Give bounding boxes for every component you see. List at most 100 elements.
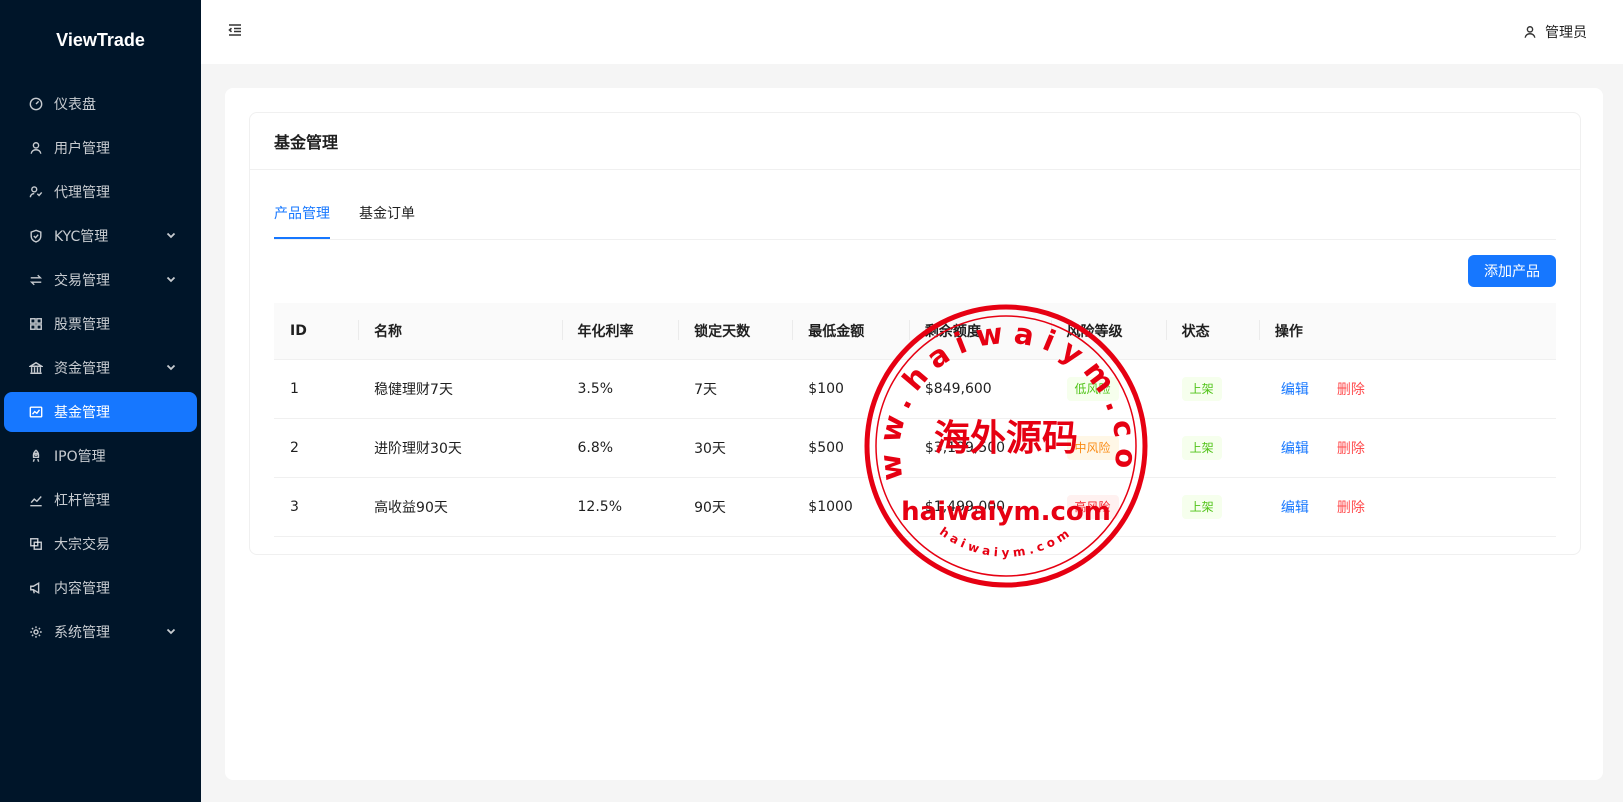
sidebar-item-label: 系统管理 bbox=[54, 625, 110, 641]
cell-status: 上架 bbox=[1165, 477, 1259, 537]
column-header: 风险等级 bbox=[1050, 303, 1166, 360]
column-header: ID bbox=[274, 303, 359, 360]
sidebar-item-label: 基金管理 bbox=[54, 405, 110, 421]
column-header: 状态 bbox=[1165, 303, 1259, 360]
column-header: 名称 bbox=[358, 303, 562, 360]
column-divider bbox=[678, 320, 680, 340]
cell-actions: 编辑 删除 bbox=[1258, 477, 1556, 537]
sidebar-item-8[interactable]: IPO管理 bbox=[4, 436, 197, 476]
chevron-down-icon[interactable] bbox=[165, 625, 179, 639]
sidebar-item-label: 资金管理 bbox=[54, 361, 110, 377]
sidebar-item-label: 代理管理 bbox=[54, 185, 110, 201]
cell-name: 进阶理财30天 bbox=[358, 418, 562, 478]
dashboard-icon bbox=[28, 96, 44, 112]
column-divider bbox=[1165, 320, 1167, 340]
tab-product-management[interactable]: 产品管理 bbox=[274, 201, 330, 239]
menu-fold-icon[interactable] bbox=[227, 22, 247, 42]
delete-button[interactable]: 删除 bbox=[1337, 500, 1365, 516]
edit-button[interactable]: 编辑 bbox=[1281, 382, 1309, 398]
column-divider bbox=[358, 320, 360, 340]
sidebar-item-label: 交易管理 bbox=[54, 273, 110, 289]
sidebar-menu: 仪表盘用户管理代理管理 KYC管理交易管理股票管理资金管理基金管理 IPO管理杠杆管… bbox=[0, 84, 201, 652]
column-divider bbox=[1050, 320, 1052, 340]
bank-icon bbox=[28, 360, 44, 376]
sidebar-item-label: 用户管理 bbox=[54, 141, 110, 157]
column-divider bbox=[792, 320, 794, 340]
sidebar-item-4[interactable]: 交易管理 bbox=[4, 260, 197, 300]
cell-actions: 编辑 删除 bbox=[1258, 359, 1556, 419]
cell-remaining: $3,199,500 bbox=[908, 418, 1051, 478]
risk-badge: 高风险 bbox=[1066, 495, 1119, 519]
cell-name: 高收益90天 bbox=[358, 477, 562, 537]
column-divider bbox=[908, 320, 910, 340]
risk-badge: 中风险 bbox=[1066, 436, 1119, 460]
sidebar-item-label: 仪表盘 bbox=[54, 97, 96, 113]
status-badge: 上架 bbox=[1181, 436, 1222, 460]
notification-icon bbox=[28, 580, 44, 596]
agent-icon bbox=[28, 184, 44, 200]
column-header-label: 状态 bbox=[1181, 324, 1210, 340]
sidebar-item-11[interactable]: 内容管理 bbox=[4, 568, 197, 608]
delete-button[interactable]: 删除 bbox=[1337, 441, 1365, 457]
sidebar-item-9[interactable]: 杠杆管理 bbox=[4, 480, 197, 520]
sidebar: ViewTrade 仪表盘用户管理代理管理 KYC管理交易管理股票管理资金管理基金… bbox=[0, 0, 201, 802]
cell-min-amount: $500 bbox=[792, 418, 909, 478]
cell-min-amount: $100 bbox=[792, 359, 909, 419]
cell-rate: 6.8% bbox=[561, 418, 679, 478]
cell-lock-days: 7天 bbox=[678, 359, 793, 419]
cell-id: 1 bbox=[274, 359, 359, 419]
sidebar-item-3[interactable]: KYC管理 bbox=[4, 216, 197, 256]
sidebar-item-12[interactable]: 系统管理 bbox=[4, 612, 197, 652]
cell-risk: 低风险 bbox=[1050, 359, 1166, 419]
column-header-label: 最低金额 bbox=[808, 324, 865, 340]
cell-name: 稳健理财7天 bbox=[358, 359, 562, 419]
column-header-label: 年化利率 bbox=[577, 324, 634, 340]
sidebar-item-7[interactable]: 基金管理 bbox=[4, 392, 197, 432]
sidebar-item-label: KYC管理 bbox=[54, 229, 109, 245]
sidebar-item-10[interactable]: 大宗交易 bbox=[4, 524, 197, 564]
sidebar-item-5[interactable]: 股票管理 bbox=[4, 304, 197, 344]
column-header-label: 剩余额度 bbox=[924, 324, 981, 340]
settings-icon bbox=[28, 624, 44, 640]
top-header: 管理员 bbox=[201, 0, 1623, 64]
sidebar-item-6[interactable]: 资金管理 bbox=[4, 348, 197, 388]
column-header-label: 操作 bbox=[1274, 324, 1303, 340]
delete-button[interactable]: 删除 bbox=[1337, 382, 1365, 398]
column-header: 年化利率 bbox=[561, 303, 679, 360]
column-header-label: 名称 bbox=[374, 324, 403, 340]
risk-badge: 低风险 bbox=[1066, 377, 1119, 401]
cell-rate: 3.5% bbox=[561, 359, 679, 419]
column-divider bbox=[561, 320, 563, 340]
column-header-label: 锁定天数 bbox=[694, 324, 751, 340]
column-header: 锁定天数 bbox=[678, 303, 793, 360]
cell-lock-days: 90天 bbox=[678, 477, 793, 537]
cell-status: 上架 bbox=[1165, 418, 1259, 478]
sidebar-item-2[interactable]: 代理管理 bbox=[4, 172, 197, 212]
sidebar-item-label: 股票管理 bbox=[54, 317, 110, 333]
cell-min-amount: $1000 bbox=[792, 477, 909, 537]
tab-fund-orders[interactable]: 基金订单 bbox=[359, 201, 415, 239]
line-chart-icon bbox=[28, 492, 44, 508]
user-icon bbox=[1524, 26, 1536, 38]
shield-icon bbox=[28, 228, 44, 244]
column-divider bbox=[1258, 320, 1260, 340]
page-title: 基金管理 bbox=[250, 113, 1580, 170]
column-header-label: ID bbox=[290, 323, 307, 339]
chevron-down-icon[interactable] bbox=[165, 361, 179, 375]
chevron-down-icon[interactable] bbox=[165, 229, 179, 243]
sidebar-item-0[interactable]: 仪表盘 bbox=[4, 84, 197, 124]
column-header-label: 风险等级 bbox=[1066, 324, 1123, 340]
cell-risk: 中风险 bbox=[1050, 418, 1166, 478]
sidebar-item-1[interactable]: 用户管理 bbox=[4, 128, 197, 168]
user-menu[interactable]: 管理员 bbox=[1523, 22, 1587, 42]
chevron-down-icon[interactable] bbox=[165, 273, 179, 287]
swap-icon bbox=[28, 272, 44, 288]
edit-button[interactable]: 编辑 bbox=[1281, 500, 1309, 516]
sidebar-item-label: IPO管理 bbox=[54, 449, 106, 465]
add-product-button[interactable]: 添加产品 bbox=[1468, 255, 1556, 287]
brand-logo: ViewTrade bbox=[56, 29, 145, 50]
table-header-row: ID 名称 年化利率 锁定天数 最低金额 剩余额度 风险等级 状态 操作 bbox=[274, 303, 1556, 360]
edit-button[interactable]: 编辑 bbox=[1281, 441, 1309, 457]
cell-remaining: $1,499,000 bbox=[908, 477, 1051, 537]
cell-id: 2 bbox=[274, 418, 359, 478]
